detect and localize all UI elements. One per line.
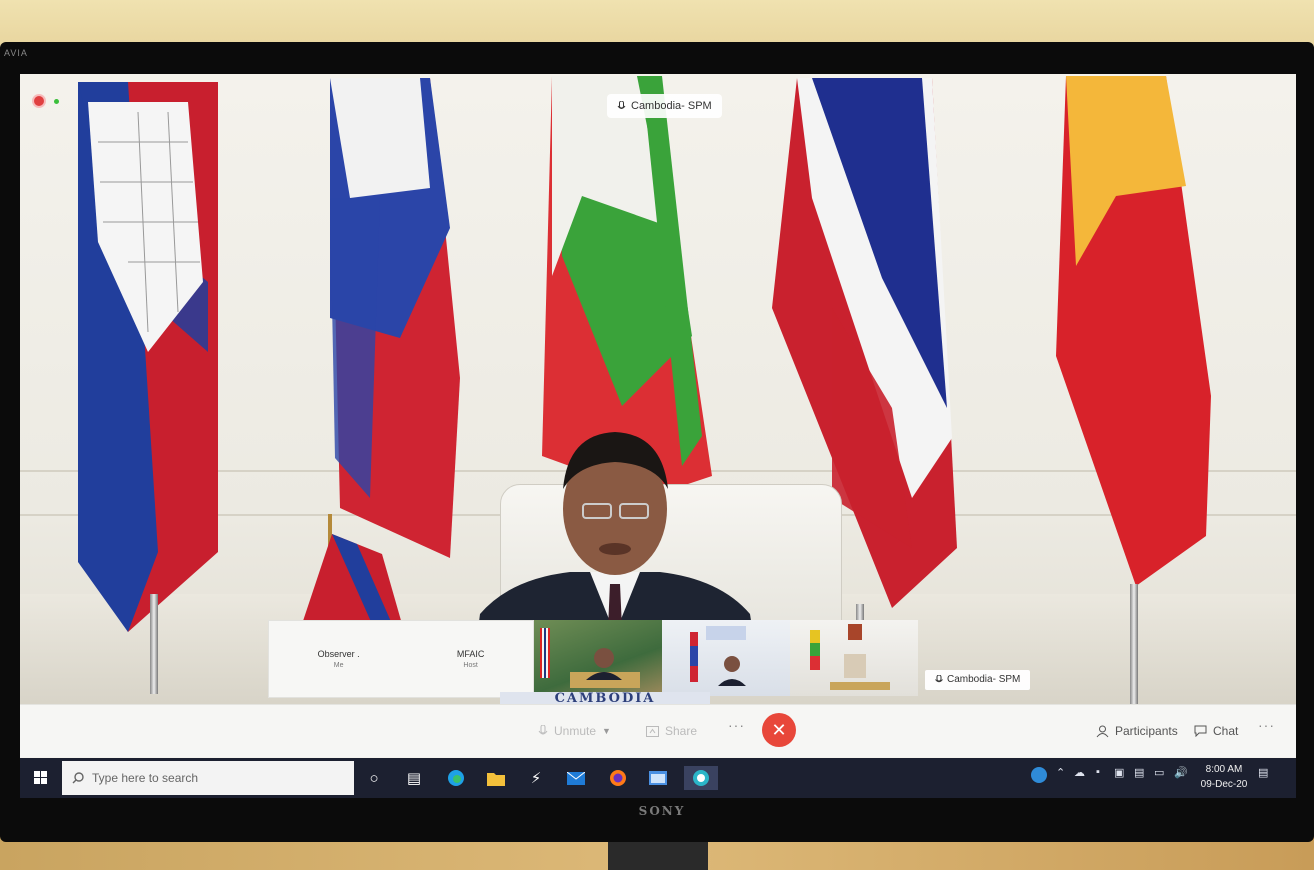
share-icon bbox=[646, 725, 659, 737]
meeting-app-icon[interactable] bbox=[684, 766, 718, 790]
participant-thumbnails: Observer . Me MFAIC Host bbox=[268, 620, 918, 698]
vietnam-flag bbox=[1056, 76, 1216, 586]
participant-observer[interactable]: Observer . Me bbox=[318, 649, 360, 669]
clock-date: 09-Dec-20 bbox=[1200, 779, 1248, 790]
cortana-icon[interactable]: ○ bbox=[362, 766, 386, 790]
monitor-frame: AVIA SONY Cambodia- SPM Observer . Me MF… bbox=[0, 42, 1314, 842]
hangup-button[interactable]: ✕ bbox=[762, 713, 796, 747]
participant-role: Me bbox=[333, 662, 344, 669]
myanmar-video-tile[interactable] bbox=[790, 620, 918, 696]
firefox-icon[interactable] bbox=[606, 766, 630, 790]
participant-list-tile[interactable]: Observer . Me MFAIC Host bbox=[268, 620, 534, 698]
status-dot bbox=[54, 99, 59, 104]
mail-icon[interactable] bbox=[564, 766, 588, 790]
participants-icon bbox=[1096, 725, 1109, 737]
cambodia-flag bbox=[68, 82, 228, 642]
main-video[interactable]: Cambodia- SPM Observer . Me MFAIC Host C… bbox=[20, 74, 1296, 706]
search-icon bbox=[72, 772, 84, 784]
flag-pole bbox=[150, 594, 158, 694]
clock-time: 8:00 AM bbox=[1205, 764, 1243, 775]
participants-label: Participants bbox=[1115, 724, 1178, 738]
keyboard-icon[interactable]: ▣ bbox=[1114, 766, 1124, 779]
mic-tray-icon[interactable]: ▪ bbox=[1096, 766, 1100, 778]
notifications-icon[interactable]: ▤ bbox=[1258, 766, 1268, 779]
laos-video-tile[interactable] bbox=[662, 620, 790, 696]
cloud-icon[interactable]: ☁ bbox=[1074, 766, 1085, 779]
taskbar-search[interactable]: Type here to search bbox=[62, 761, 354, 795]
flag-pole bbox=[1130, 584, 1138, 704]
unmute-label: Unmute bbox=[554, 724, 597, 738]
start-button[interactable] bbox=[20, 758, 62, 798]
help-icon[interactable] bbox=[1030, 766, 1048, 787]
participant-name: MFAIC bbox=[456, 649, 485, 659]
volume-icon[interactable]: 🔊 bbox=[1174, 766, 1188, 779]
more-menu-button[interactable]: ··· bbox=[1258, 717, 1275, 733]
table-flag bbox=[302, 514, 412, 624]
monitor-brand-logo: SONY bbox=[638, 804, 686, 818]
laos-flag bbox=[320, 78, 470, 558]
task-view-icon[interactable]: ▤ bbox=[402, 766, 426, 790]
participant-mfaic[interactable]: MFAIC Host bbox=[457, 649, 485, 669]
mic-icon bbox=[935, 675, 943, 683]
active-tile-name: Cambodia- SPM bbox=[947, 674, 1021, 685]
record-icon bbox=[32, 94, 46, 108]
search-placeholder: Type here to search bbox=[92, 771, 199, 785]
corner-brand-text: AVIA bbox=[4, 48, 28, 58]
meeting-controls: Unmute ▼ Share ··· ✕ Participants Chat ·… bbox=[20, 704, 1296, 757]
chat-label: Chat bbox=[1213, 724, 1239, 738]
app-bolt-icon[interactable]: ⚡ bbox=[524, 766, 548, 790]
chevron-down-icon[interactable]: ▼ bbox=[602, 726, 611, 736]
taskbar: Type here to search ○ ▤ ⚡ ⌃ ☁ ▪ ▣ ▤ ▭ 🔊 … bbox=[20, 758, 1296, 798]
taskbar-clock[interactable]: 8:00 AM 09-Dec-20 bbox=[1196, 762, 1252, 792]
close-icon: ✕ bbox=[771, 720, 787, 740]
chat-button[interactable]: Chat bbox=[1184, 717, 1248, 745]
edge-icon[interactable] bbox=[444, 766, 468, 790]
participant-name: Observer . bbox=[317, 649, 360, 659]
display-icon[interactable]: ▭ bbox=[1154, 766, 1164, 779]
participants-button[interactable]: Participants bbox=[1086, 717, 1188, 745]
screen: Cambodia- SPM Observer . Me MFAIC Host C… bbox=[20, 74, 1296, 798]
active-speaker-label: Cambodia- SPM bbox=[607, 94, 722, 118]
mic-icon bbox=[538, 724, 548, 734]
chevron-up-icon[interactable]: ⌃ bbox=[1056, 766, 1065, 779]
mic-icon bbox=[617, 100, 626, 109]
share-label: Share bbox=[665, 724, 698, 738]
chat-icon bbox=[1194, 725, 1207, 737]
active-speaker-name: Cambodia- SPM bbox=[631, 100, 712, 112]
windows-icon bbox=[34, 771, 47, 784]
share-button[interactable]: Share bbox=[636, 717, 707, 745]
active-tile-label: Cambodia- SPM bbox=[925, 670, 1031, 690]
app-window-icon[interactable] bbox=[646, 766, 670, 790]
participant-role: Host bbox=[463, 662, 478, 669]
unmute-button[interactable]: Unmute ▼ bbox=[528, 717, 621, 745]
file-explorer-icon[interactable] bbox=[484, 766, 508, 790]
more-options-button[interactable]: ··· bbox=[728, 717, 745, 733]
network-icon[interactable]: ▤ bbox=[1134, 766, 1144, 779]
thailand-video-tile[interactable] bbox=[534, 620, 662, 696]
